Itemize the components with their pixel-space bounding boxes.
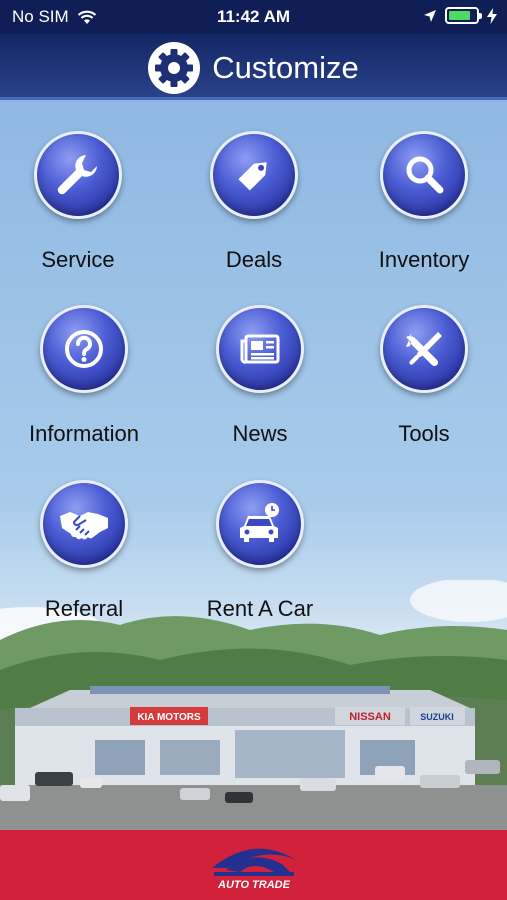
app-header: Customize [0,34,507,100]
information-label: Information [28,421,140,446]
auto-trade-logo-icon: AUTO TRADE [212,848,296,891]
auto-trade-logo[interactable]: AUTO TRADE [204,838,304,894]
main-menu-area: KIA MOTORS NISSAN SUZUKI Service Deals I… [0,100,507,830]
menu-tile-deals[interactable]: Deals [179,131,329,273]
kia-sign: KIA MOTORS [137,712,201,723]
news-icon-button[interactable] [216,305,304,393]
menu-tile-rent-a-car[interactable]: Rent A Car [185,480,335,622]
rent-a-car-icon-button[interactable] [216,480,304,568]
menu-tile-service[interactable]: Service [3,131,153,273]
handshake-icon [60,512,108,540]
tools-icon-button[interactable] [380,305,468,393]
menu-tile-referral[interactable]: Referral [9,480,159,622]
tools-label: Tools [398,421,450,446]
referral-label: Referral [44,596,124,621]
battery-icon [445,7,482,24]
tools-icon [406,332,442,367]
car-clock-icon [240,503,279,542]
inventory-icon-button[interactable] [380,131,468,219]
service-label: Service [41,247,115,272]
wrench-icon [57,155,97,195]
status-bar: No SIM 11:42 AM [0,0,507,34]
deals-label: Deals [225,247,283,272]
inventory-label: Inventory [378,247,470,272]
footer-bar: AUTO TRADE [0,830,507,900]
nissan-sign: NISSAN [349,711,391,723]
battery-level [449,11,470,20]
deals-icon-button[interactable] [210,131,298,219]
customize-gear-button[interactable] [148,42,201,94]
rent-a-car-label: Rent A Car [206,596,314,621]
menu-tile-information[interactable]: Information [9,305,159,447]
status-right [423,7,497,24]
gear-icon [155,49,194,87]
suzuki-sign: SUZUKI [420,712,454,722]
newspaper-icon [240,334,280,364]
service-icon-button[interactable] [34,131,122,219]
page-title: Customize [212,50,359,85]
question-icon [65,330,103,368]
location-arrow-icon [424,9,436,22]
menu-tile-tools[interactable]: Tools [349,305,499,447]
information-icon-button[interactable] [40,305,128,393]
magnifier-icon [406,156,444,194]
menu-tile-inventory[interactable]: Inventory [349,131,499,273]
charging-bolt-icon [487,7,497,24]
referral-icon-button[interactable] [40,480,128,568]
news-label: News [232,421,288,446]
menu-tile-news[interactable]: News [185,305,335,447]
price-tag-icon [238,162,267,191]
logo-text: AUTO TRADE [217,879,291,891]
